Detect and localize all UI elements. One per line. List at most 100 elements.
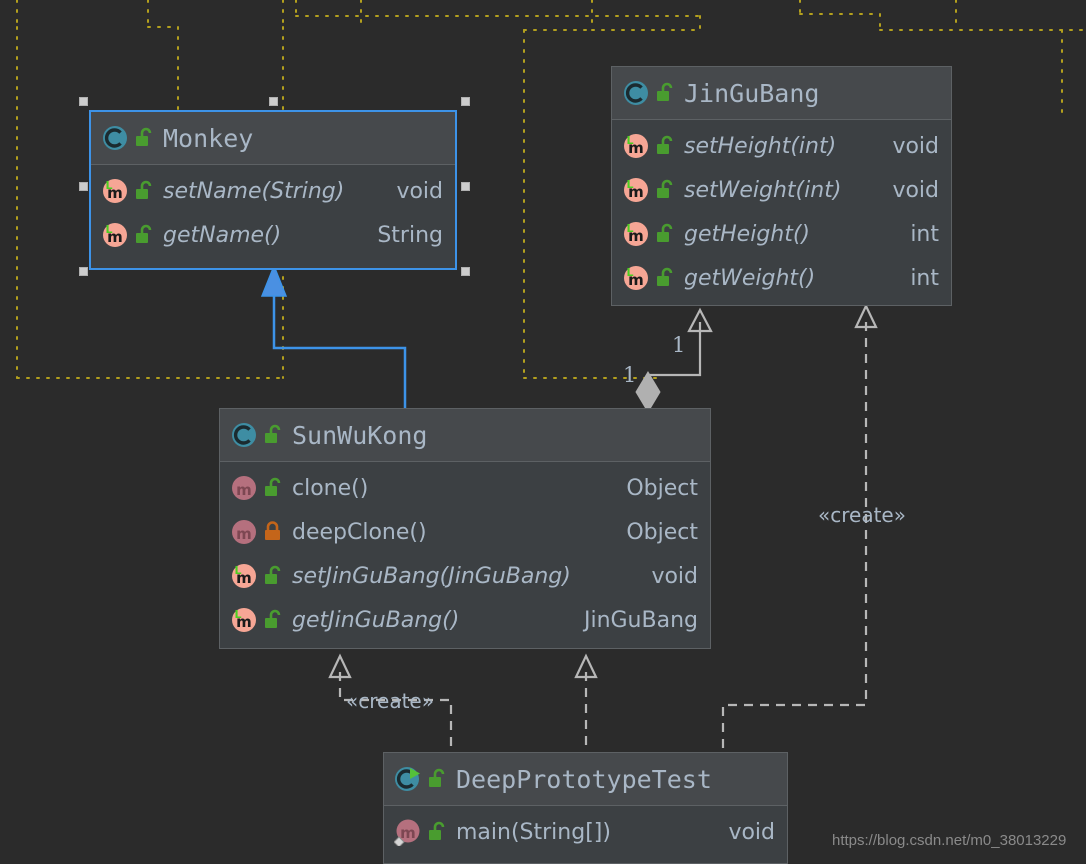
locked-orange-icon <box>263 521 283 543</box>
unlocked-green-icon <box>263 565 283 587</box>
class-name-jingubang: JinGuBang <box>684 78 820 108</box>
class-name-deepprototypetest: DeepPrototypeTest <box>456 764 712 794</box>
abstract-method-icon: m L <box>622 132 650 160</box>
unlocked-green-icon <box>263 609 283 631</box>
unlocked-green-icon <box>427 768 447 790</box>
member-row[interactable]: m clone() Object <box>220 466 710 510</box>
member-signature: deepClone() <box>292 519 427 545</box>
class-members-sunwukong: m clone() Object m deepClone() Object m … <box>220 462 710 648</box>
unlocked-green-icon <box>655 82 675 104</box>
member-signature: clone() <box>292 475 369 501</box>
class-members-deepprototypetest: m main(String[]) void <box>384 806 787 860</box>
unlocked-green-icon <box>134 180 154 202</box>
member-return-type: Object <box>626 475 698 501</box>
resize-handle-e[interactable] <box>461 182 470 191</box>
member-signature: main(String[]) <box>456 819 611 845</box>
member-signature: getJinGuBang() <box>292 607 460 633</box>
member-return-type: int <box>910 221 939 247</box>
class-members-jingubang: m L setHeight(int) void m L setWeight(in… <box>612 120 951 306</box>
svg-text:m: m <box>236 525 252 543</box>
unlocked-green-icon <box>655 135 675 157</box>
svg-text:L: L <box>626 222 633 235</box>
member-row[interactable]: m L getHeight() int <box>612 212 951 256</box>
svg-text:m: m <box>400 824 416 842</box>
member-row[interactable]: m L setJinGuBang(JinGuBang) void <box>220 554 710 598</box>
unlocked-green-icon <box>134 224 154 246</box>
unlocked-green-icon <box>655 223 675 245</box>
class-icon <box>101 124 129 152</box>
svg-text:m: m <box>236 481 252 499</box>
member-signature: getHeight() <box>684 221 811 247</box>
resize-handle-se[interactable] <box>461 267 470 276</box>
diagram-canvas[interactable]: 1 1 «create» «create» Monkey m L setName… <box>0 0 1086 864</box>
member-signature: setJinGuBang(JinGuBang) <box>292 563 571 589</box>
dependency-link-test-jingubang-create <box>721 303 878 757</box>
member-row[interactable]: m L setWeight(int) void <box>612 168 951 212</box>
runnable-class-icon <box>394 765 422 793</box>
dependency-link-test-sunwukong <box>574 653 598 757</box>
class-header-monkey: Monkey <box>91 112 455 165</box>
resize-handle-sw[interactable] <box>79 267 88 276</box>
member-return-type: void <box>892 177 939 203</box>
class-icon <box>622 79 650 107</box>
unlocked-green-icon <box>655 179 675 201</box>
member-row[interactable]: m L getJinGuBang() JinGuBang <box>220 598 710 642</box>
abstract-method-icon: m L <box>622 220 650 248</box>
watermark: https://blog.csdn.net/m0_38013229 <box>832 832 1067 849</box>
member-signature: getName() <box>163 222 282 248</box>
member-row[interactable]: m L getWeight() int <box>612 256 951 300</box>
resize-handle-nw[interactable] <box>79 97 88 106</box>
class-name-sunwukong: SunWuKong <box>292 420 428 450</box>
abstract-method-icon: m L <box>101 221 129 249</box>
class-box-jingubang[interactable]: JinGuBang m L setHeight(int) void m L se… <box>611 66 952 306</box>
abstract-method-icon: m L <box>230 562 258 590</box>
resize-handle-w[interactable] <box>79 182 88 191</box>
unlocked-green-icon <box>263 424 283 446</box>
svg-text:L: L <box>626 178 633 191</box>
member-row[interactable]: m L setHeight(int) void <box>612 124 951 168</box>
class-box-sunwukong[interactable]: SunWuKong m clone() Object m deepClone()… <box>219 408 711 649</box>
method-icon: m <box>230 518 258 546</box>
member-return-type: int <box>910 265 939 291</box>
unlocked-green-icon <box>263 477 283 499</box>
composition-link-sunwukong-jingubang <box>635 307 713 413</box>
member-row[interactable]: m main(String[]) void <box>384 810 787 854</box>
member-return-type: Object <box>626 519 698 545</box>
abstract-method-icon: m L <box>622 264 650 292</box>
svg-text:L: L <box>105 179 112 192</box>
svg-text:L: L <box>626 266 633 279</box>
member-return-type: void <box>396 178 443 204</box>
member-return-type: JinGuBang <box>583 607 698 633</box>
member-signature: setName(String) <box>163 178 345 204</box>
member-row[interactable]: m L setName(String) void <box>91 169 455 213</box>
static-method-icon: m <box>393 818 422 848</box>
member-return-type: void <box>728 819 775 845</box>
class-members-monkey: m L setName(String) void m L getName() S… <box>91 165 455 263</box>
svg-text:L: L <box>626 134 633 147</box>
member-signature: setWeight(int) <box>684 177 842 203</box>
abstract-method-icon: m L <box>230 606 258 634</box>
member-row[interactable]: m L getName() String <box>91 213 455 257</box>
member-return-type: void <box>892 133 939 159</box>
abstract-method-icon: m L <box>622 176 650 204</box>
class-icon <box>230 421 258 449</box>
member-signature: setHeight(int) <box>684 133 837 159</box>
class-header-deepprototypetest: DeepPrototypeTest <box>384 753 787 806</box>
unlocked-green-icon <box>134 127 154 149</box>
multiplicity-diamond-end: 1 <box>623 363 637 387</box>
resize-handle-n[interactable] <box>269 97 278 106</box>
class-header-sunwukong: SunWuKong <box>220 409 710 462</box>
multiplicity-arrow-end: 1 <box>672 333 686 357</box>
create-label-left: «create» <box>346 689 434 713</box>
resize-handle-ne[interactable] <box>461 97 470 106</box>
create-label-right: «create» <box>818 503 906 527</box>
class-box-deepprototypetest[interactable]: DeepPrototypeTest m main(String[]) void <box>383 752 788 864</box>
member-row[interactable]: m deepClone() Object <box>220 510 710 554</box>
class-box-monkey[interactable]: Monkey m L setName(String) void m L getN… <box>89 110 457 270</box>
svg-text:L: L <box>105 223 112 236</box>
member-return-type: String <box>377 222 443 248</box>
class-header-jingubang: JinGuBang <box>612 67 951 120</box>
inheritance-link-sunwukong-monkey <box>260 263 407 410</box>
member-signature: getWeight() <box>684 265 816 291</box>
method-icon: m <box>230 474 258 502</box>
